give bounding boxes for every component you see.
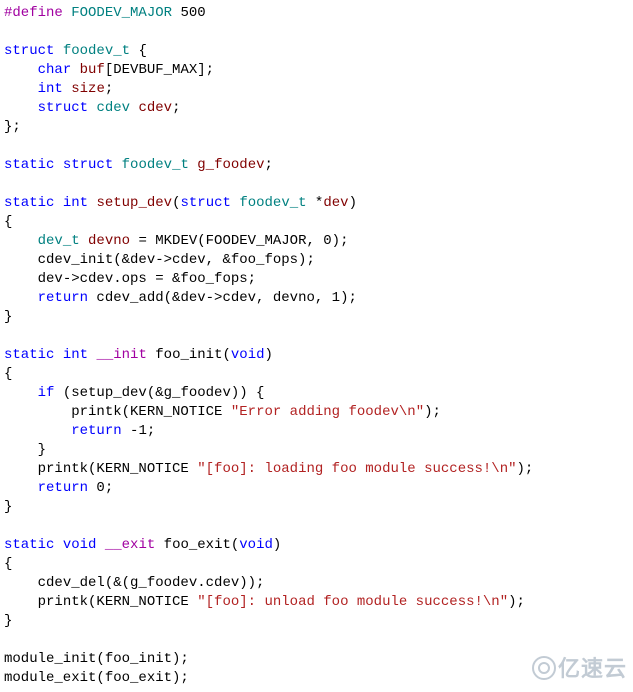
rest: ; (105, 81, 113, 97)
close-struct: }; (4, 119, 21, 135)
rest: -1; (122, 423, 156, 439)
id-devno: devno (88, 233, 130, 249)
indent (4, 442, 38, 458)
pre: printk(KERN_NOTICE (71, 404, 231, 420)
indent (4, 404, 71, 420)
type-foodev: foodev_t (122, 157, 189, 173)
stmt: cdev_del(&(g_foodev.cdev)); (38, 575, 265, 591)
module-exit: module_exit(foo_exit); (4, 670, 189, 686)
type-foodev: foodev_t (239, 195, 306, 211)
fn-fooexit: foo_exit( (155, 537, 239, 553)
indent (4, 252, 38, 268)
indent (4, 594, 38, 610)
attr-exit: __exit (105, 537, 155, 553)
indent (4, 62, 38, 78)
rest: 0; (88, 480, 113, 496)
id-cdev: cdev (138, 100, 172, 116)
preproc-define: #define (4, 5, 63, 21)
kw-void: void (231, 347, 265, 363)
id-size: size (71, 81, 105, 97)
code-block: #define FOODEV_MAJOR 500 struct foodev_t… (4, 4, 629, 688)
rest: [DEVBUF_MAX]; (105, 62, 214, 78)
type-devt: dev_t (38, 233, 80, 249)
indent (4, 290, 38, 306)
rparen: ) (265, 347, 273, 363)
pre: printk(KERN_NOTICE (38, 594, 198, 610)
stmt: dev->cdev.ops = &foo_fops; (38, 271, 256, 287)
type-cdev: cdev (96, 100, 130, 116)
module-init: module_init(foo_init); (4, 651, 189, 667)
kw-void: void (63, 537, 97, 553)
string-unload: "[foo]: unload foo module success!\n" (197, 594, 508, 610)
kw-static: static (4, 347, 54, 363)
brace: } (4, 613, 12, 629)
rparen: ) (273, 537, 281, 553)
kw-int: int (63, 347, 88, 363)
brace: } (4, 499, 12, 515)
kw-if: if (38, 385, 55, 401)
kw-struct: struct (180, 195, 230, 211)
post: ); (517, 461, 534, 477)
rest: = MKDEV(FOODEV_MAJOR, 0); (130, 233, 348, 249)
brace: { (130, 43, 147, 59)
stmt: cdev_init(&dev->cdev, &foo_fops); (38, 252, 315, 268)
indent (4, 480, 38, 496)
kw-static: static (4, 157, 54, 173)
id-buf: buf (80, 62, 105, 78)
brace: { (4, 366, 12, 382)
kw-return: return (38, 290, 88, 306)
kw-return: return (38, 480, 88, 496)
kw-int: int (38, 81, 63, 97)
rest: ; (172, 100, 180, 116)
rest: ; (265, 157, 273, 173)
arg-dev: dev (323, 195, 348, 211)
type-foodev: foodev_t (63, 43, 130, 59)
kw-struct: struct (4, 43, 54, 59)
macro-name: FOODEV_MAJOR (71, 5, 172, 21)
rparen: ) (349, 195, 357, 211)
star: * (307, 195, 324, 211)
brace: } (4, 309, 12, 325)
kw-int: int (63, 195, 88, 211)
indent (4, 461, 38, 477)
post: ); (508, 594, 525, 610)
rest: (setup_dev(&g_foodev)) { (54, 385, 264, 401)
indent (4, 100, 38, 116)
brace: { (4, 214, 12, 230)
brace: { (4, 556, 12, 572)
string-load: "[foo]: loading foo module success!\n" (197, 461, 516, 477)
indent (4, 81, 38, 97)
post: ); (424, 404, 441, 420)
indent (4, 423, 71, 439)
kw-static: static (4, 537, 54, 553)
string-error: "Error adding foodev\n" (231, 404, 424, 420)
kw-struct: struct (38, 100, 88, 116)
fn-setupdev: setup_dev (96, 195, 172, 211)
rest: cdev_add(&dev->cdev, devno, 1); (88, 290, 357, 306)
id-gfoodev: g_foodev (197, 157, 264, 173)
kw-return: return (71, 423, 121, 439)
indent (4, 575, 38, 591)
attr-init: __init (96, 347, 146, 363)
fn-fooinit: foo_init( (147, 347, 231, 363)
pre: printk(KERN_NOTICE (38, 461, 198, 477)
macro-value: 500 (180, 5, 205, 21)
kw-void: void (239, 537, 273, 553)
kw-struct: struct (63, 157, 113, 173)
kw-static: static (4, 195, 54, 211)
indent (4, 271, 38, 287)
brace: } (38, 442, 46, 458)
indent (4, 233, 38, 249)
kw-char: char (38, 62, 72, 78)
indent (4, 385, 38, 401)
